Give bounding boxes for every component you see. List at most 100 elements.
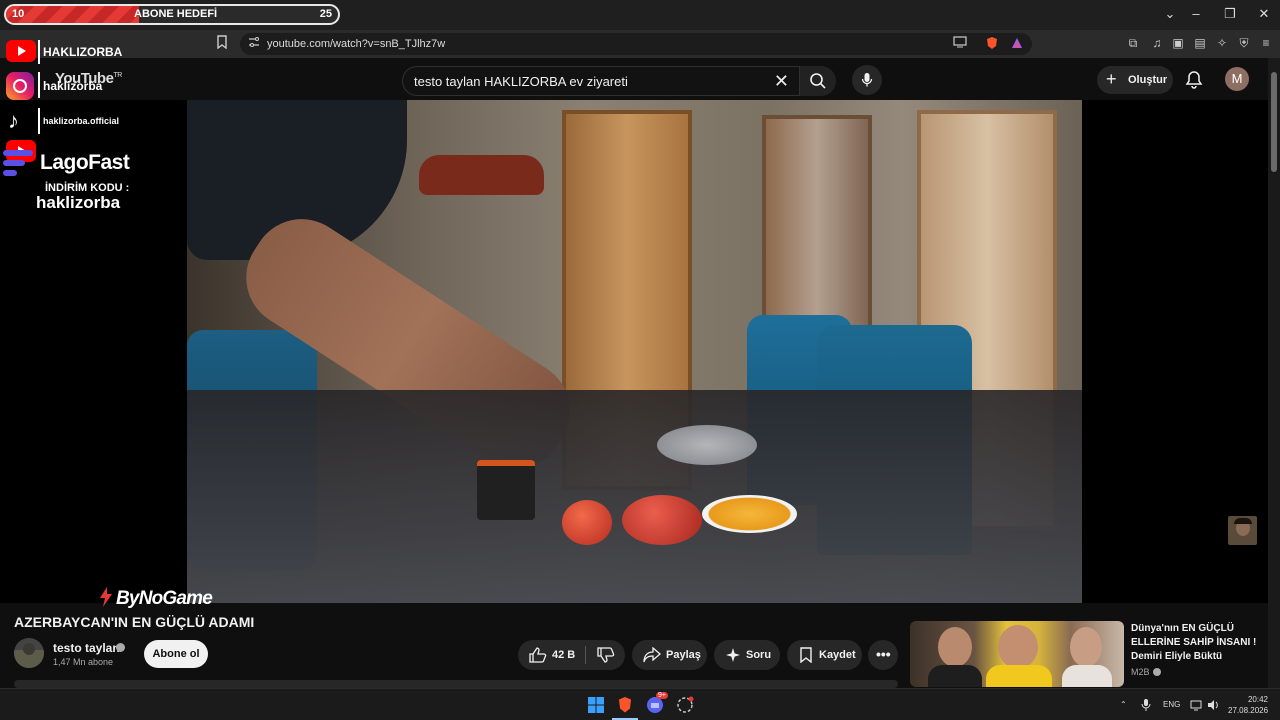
voice-search-button[interactable] bbox=[852, 65, 882, 95]
page-scrollbar[interactable] bbox=[1268, 58, 1280, 688]
mug-shape bbox=[477, 460, 535, 520]
like-icon[interactable] bbox=[529, 647, 547, 663]
volume-icon[interactable] bbox=[1207, 699, 1219, 711]
brave-rewards-icon[interactable] bbox=[1009, 36, 1025, 52]
youtube-header: YouTubeTR testo taylan HAKLIZORBA ev ziy… bbox=[0, 58, 1268, 100]
more-icon: ••• bbox=[876, 646, 891, 662]
tray-expand-icon[interactable]: ⌃ bbox=[1120, 700, 1127, 709]
overlay-divider bbox=[38, 72, 40, 98]
overlay-divider bbox=[38, 108, 40, 134]
search-input[interactable]: testo taylan HAKLIZORBA ev ziyareti bbox=[414, 74, 628, 89]
overlay-sponsor: LagoFast bbox=[40, 151, 130, 174]
overlay-discount-code: haklizorba bbox=[36, 193, 121, 212]
subscriber-count: 1,47 Mn abone bbox=[53, 657, 114, 667]
glass-bowl-shape bbox=[657, 425, 757, 465]
video-player[interactable] bbox=[0, 100, 1268, 603]
search-icon bbox=[810, 73, 826, 89]
region-code: TR bbox=[113, 72, 122, 79]
media-icon[interactable]: ♫ bbox=[1149, 35, 1165, 51]
dislike-icon[interactable] bbox=[597, 647, 615, 663]
brave-shield-icon[interactable] bbox=[984, 36, 1000, 52]
menu-icon[interactable]: ≡ bbox=[1258, 35, 1274, 51]
language-indicator[interactable]: ENG bbox=[1163, 700, 1180, 709]
notification-badge: 9+ bbox=[656, 692, 668, 699]
clock-time: 20:42 bbox=[1247, 695, 1268, 704]
overlay-youtube-handle-text: HAKLIZORBA bbox=[43, 45, 123, 59]
overlay-instagram-handle: haklizorba bbox=[43, 79, 103, 93]
like-dislike-group: 42 B bbox=[518, 640, 625, 670]
share-button[interactable]: Paylaş bbox=[632, 640, 707, 670]
plus-icon: + bbox=[1106, 69, 1117, 89]
extensions-icon[interactable]: ⧉ bbox=[1125, 35, 1141, 51]
scrollbar-thumb[interactable] bbox=[1271, 72, 1277, 172]
app-taskbar-icon[interactable] bbox=[676, 696, 694, 714]
notifications-bell-icon[interactable] bbox=[1184, 70, 1204, 90]
more-actions-button[interactable]: ••• bbox=[868, 640, 898, 670]
ask-label: Soru bbox=[746, 649, 772, 661]
sidebar-icon[interactable]: ▣ bbox=[1170, 35, 1186, 51]
share-icon bbox=[643, 647, 661, 663]
subscribe-button[interactable]: Abone ol bbox=[144, 640, 208, 668]
goal-start-value: 10 bbox=[12, 8, 25, 20]
brave-browser-taskbar-icon[interactable] bbox=[616, 696, 634, 714]
system-clock[interactable]: 20:42 27.08.2026 bbox=[1228, 694, 1268, 716]
network-icon[interactable] bbox=[1190, 699, 1202, 711]
address-bar[interactable]: youtube.com/watch?v=snB_TJlhz7w bbox=[240, 33, 1032, 55]
create-button[interactable]: + Oluştur bbox=[1097, 66, 1173, 94]
recommended-thumbnail[interactable] bbox=[910, 621, 1124, 687]
verified-badge-icon bbox=[116, 643, 125, 652]
url-text: youtube.com/watch?v=snB_TJlhz7w bbox=[267, 38, 446, 50]
description-box[interactable] bbox=[14, 680, 898, 688]
save-label: Kaydet bbox=[819, 649, 856, 661]
youtube-icon bbox=[6, 40, 36, 62]
minimize-icon[interactable]: – bbox=[1181, 6, 1211, 21]
vpn-icon[interactable]: ⛨ bbox=[1236, 35, 1252, 51]
channel-avatar[interactable] bbox=[14, 638, 44, 668]
tiktok-icon: ♪ bbox=[8, 108, 19, 133]
overlay-youtube-logo bbox=[6, 40, 36, 62]
lagofast-logo-icon bbox=[3, 150, 35, 178]
like-separator bbox=[585, 646, 586, 664]
search-button[interactable] bbox=[800, 66, 836, 96]
microphone-tray-icon[interactable] bbox=[1141, 699, 1151, 711]
subscriber-goal-bar: 10 ABONE HEDEFİ 25 bbox=[4, 4, 340, 25]
save-button[interactable]: Kaydet bbox=[787, 640, 862, 670]
overlay-bottom-sponsor: ByNoGame bbox=[116, 588, 213, 609]
recommended-title[interactable]: Dünya'nın EN GÜÇLÜ ELLERİNE SAHİP İNSANI… bbox=[1131, 622, 1261, 664]
windows-start-icon[interactable] bbox=[588, 697, 604, 713]
ask-button[interactable]: Soru bbox=[714, 640, 780, 670]
recommended-verified-icon bbox=[1153, 668, 1161, 676]
maximize-icon[interactable]: ❐ bbox=[1215, 6, 1245, 22]
share-label: Paylaş bbox=[666, 649, 701, 661]
leo-ai-icon[interactable]: ✧ bbox=[1214, 35, 1230, 51]
windows-taskbar: 9+ ⌃ ENG 20:42 27.08.2026 bbox=[0, 688, 1280, 720]
account-avatar[interactable]: M bbox=[1225, 67, 1249, 91]
orange-plate-shape bbox=[702, 495, 797, 533]
close-window-icon[interactable]: ✕ bbox=[1249, 6, 1279, 22]
cast-icon[interactable] bbox=[952, 36, 968, 52]
clear-search-icon[interactable]: ✕ bbox=[774, 71, 789, 92]
like-count[interactable]: 42 B bbox=[552, 649, 575, 661]
goal-label: ABONE HEDEFİ bbox=[134, 8, 218, 20]
sparkle-icon bbox=[726, 648, 740, 662]
overlay-divider bbox=[38, 40, 40, 64]
video-title: AZERBAYCAN'IN EN GÜÇLÜ ADAMI bbox=[14, 614, 255, 630]
overlay-tiktok-handle: haklizorba.official bbox=[43, 116, 120, 126]
channel-name[interactable]: testo taylan bbox=[53, 641, 120, 655]
create-label: Oluştur bbox=[1128, 74, 1168, 86]
goal-progress-fill bbox=[6, 6, 139, 23]
clock-date: 27.08.2026 bbox=[1228, 706, 1269, 715]
site-settings-icon[interactable] bbox=[246, 36, 262, 52]
webcam-thumbnail bbox=[1228, 516, 1257, 545]
video-frame bbox=[187, 100, 1082, 603]
search-box[interactable]: testo taylan HAKLIZORBA ev ziyareti ✕ bbox=[402, 66, 800, 96]
recommended-channel[interactable]: M2B bbox=[1131, 667, 1150, 677]
bookmark-icon[interactable] bbox=[214, 35, 230, 51]
glass-table-shape bbox=[187, 390, 1082, 603]
window-title-bar: 10 ABONE HEDEFİ 25 ⌄ – ❐ ✕ bbox=[0, 0, 1280, 30]
apple-shape bbox=[562, 500, 612, 545]
wallet-icon[interactable]: ▤ bbox=[1192, 35, 1208, 51]
save-bookmark-icon bbox=[800, 647, 812, 663]
microphone-icon bbox=[861, 73, 873, 87]
instagram-icon bbox=[6, 72, 34, 100]
